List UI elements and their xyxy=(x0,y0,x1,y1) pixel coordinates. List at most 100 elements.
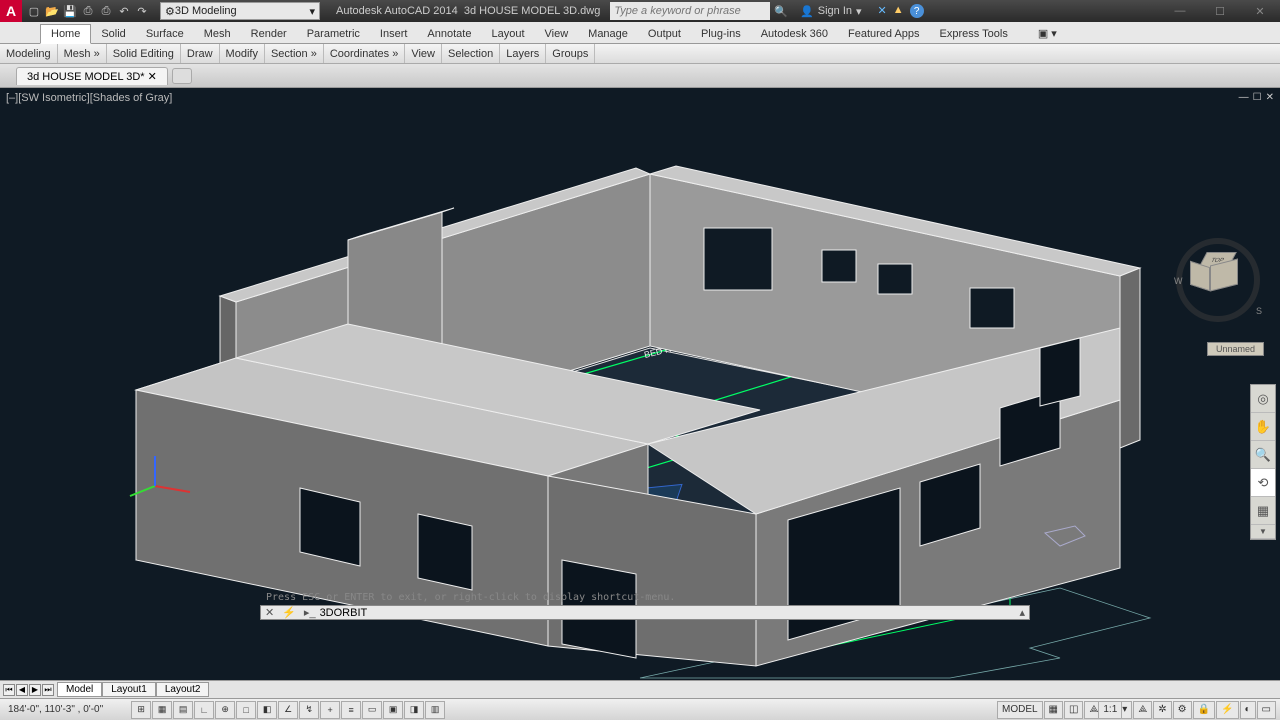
otrack-icon[interactable]: ∠ xyxy=(278,701,298,719)
steering-wheel-icon[interactable]: ◎ xyxy=(1251,385,1275,413)
panel-layers[interactable]: Layers xyxy=(500,44,546,63)
navbar-expand-icon[interactable]: ▼ xyxy=(1251,525,1275,539)
ortho-icon[interactable]: ∟ xyxy=(194,701,214,719)
annoauto-icon[interactable]: ✲ xyxy=(1153,701,1171,719)
tab-render[interactable]: Render xyxy=(241,25,297,43)
tab-output[interactable]: Output xyxy=(638,25,691,43)
new-icon[interactable]: ▢ xyxy=(26,3,42,19)
layout-tab-model[interactable]: Model xyxy=(57,682,102,697)
layout-tab-1[interactable]: Layout1 xyxy=(102,682,156,697)
cmd-close-icon[interactable]: ✕ xyxy=(261,606,278,619)
layout-tab-2[interactable]: Layout2 xyxy=(156,682,210,697)
ribbon-tabs: Home Solid Surface Mesh Render Parametri… xyxy=(0,22,1280,44)
new-tab-button[interactable] xyxy=(172,68,192,84)
panel-section[interactable]: Section » xyxy=(265,44,324,63)
layout-next-icon[interactable]: ▶ xyxy=(29,684,41,696)
search-icon[interactable]: 🔍 xyxy=(770,5,792,18)
polar-icon[interactable]: ⊕ xyxy=(215,701,235,719)
zoom-icon[interactable]: 🔍 xyxy=(1251,441,1275,469)
annovisibility-icon[interactable]: ⟁ xyxy=(1133,701,1152,719)
document-tab[interactable]: 3d HOUSE MODEL 3D* ✕ xyxy=(16,67,168,85)
infer-icon[interactable]: ⊞ xyxy=(131,701,151,719)
cleanscreen-icon[interactable]: ▭ xyxy=(1257,701,1276,719)
cmd-prompt-icon: ▸_ xyxy=(300,606,320,619)
osnap-icon[interactable]: □ xyxy=(236,701,256,719)
tab-mesh[interactable]: Mesh xyxy=(194,25,241,43)
layout-grid-icon[interactable]: ▦ xyxy=(1044,701,1063,719)
ws-switch-icon[interactable]: ⚙ xyxy=(1173,701,1192,719)
lwt-icon[interactable]: ≡ xyxy=(341,701,361,719)
ribbon-options-icon[interactable]: ▣ ▾ xyxy=(1028,24,1067,43)
tab-insert[interactable]: Insert xyxy=(370,25,418,43)
tab-autodesk360[interactable]: Autodesk 360 xyxy=(751,25,838,43)
tab-surface[interactable]: Surface xyxy=(136,25,194,43)
viewcube[interactable]: TOP W S xyxy=(1176,238,1260,322)
workspace-dropdown[interactable]: ⚙ 3D Modeling ▾ xyxy=(160,2,320,20)
model-viewport[interactable]: [–][SW Isometric][Shades of Gray] — ☐ ✕ … xyxy=(0,88,1280,680)
tab-annotate[interactable]: Annotate xyxy=(417,25,481,43)
tab-express[interactable]: Express Tools xyxy=(930,25,1018,43)
panel-groups[interactable]: Groups xyxy=(546,44,595,63)
cmd-options-icon[interactable]: ⚡ xyxy=(278,606,300,619)
redo-icon[interactable]: ↷ xyxy=(134,3,150,19)
isolate-icon[interactable]: ◐ xyxy=(1240,701,1256,719)
tab-home[interactable]: Home xyxy=(40,24,91,44)
app-logo[interactable]: A xyxy=(0,0,22,22)
tab-plugins[interactable]: Plug-ins xyxy=(691,25,751,43)
layout-first-icon[interactable]: ⏮ xyxy=(3,684,15,696)
toolbar-lock-icon[interactable]: 🔒 xyxy=(1193,701,1215,719)
tab-layout[interactable]: Layout xyxy=(481,25,534,43)
panel-selection[interactable]: Selection xyxy=(442,44,500,63)
help-icon[interactable]: ? xyxy=(910,4,924,18)
command-line[interactable]: ✕ ⚡ ▸_ ▴ xyxy=(260,605,1030,620)
cmd-history-icon[interactable]: ▴ xyxy=(1015,606,1029,619)
layout-last-icon[interactable]: ⏭ xyxy=(42,684,54,696)
command-input[interactable] xyxy=(320,607,1016,619)
layout-prev-icon[interactable]: ◀ xyxy=(16,684,28,696)
signin-button[interactable]: 👤 Sign In ▾ xyxy=(792,5,869,18)
status-toggles: ⊞ ▦ ▤ ∟ ⊕ □ ◧ ∠ ↯ + ≡ ▭ ▣ ◨ ▥ xyxy=(131,701,445,719)
annoscale-button[interactable]: ⟁ 1:1 ▾ xyxy=(1084,701,1132,719)
panel-view[interactable]: View xyxy=(405,44,442,63)
tab-solid[interactable]: Solid xyxy=(91,25,135,43)
coordinates-readout: 184'-0", 110'-3" , 0'-0" xyxy=(0,704,111,715)
save-icon[interactable]: 💾 xyxy=(62,3,78,19)
modelspace-button[interactable]: MODEL xyxy=(997,701,1043,719)
maximize-button[interactable]: ☐ xyxy=(1200,0,1240,22)
minimize-button[interactable]: — xyxy=(1160,0,1200,22)
ducs-icon[interactable]: ↯ xyxy=(299,701,319,719)
am-icon[interactable]: ▥ xyxy=(425,701,445,719)
saveas-icon[interactable]: ⎙ xyxy=(80,3,96,19)
panel-draw[interactable]: Draw xyxy=(181,44,220,63)
dyn-icon[interactable]: + xyxy=(320,701,340,719)
help-search-input[interactable] xyxy=(610,2,770,20)
open-icon[interactable]: 📂 xyxy=(44,3,60,19)
quickview-icon[interactable]: ◫ xyxy=(1064,701,1083,719)
3dosnap-icon[interactable]: ◧ xyxy=(257,701,277,719)
print-icon[interactable]: ⎙ xyxy=(98,3,114,19)
snap-icon[interactable]: ▦ xyxy=(152,701,172,719)
status-bar: 184'-0", 110'-3" , 0'-0" ⊞ ▦ ▤ ∟ ⊕ □ ◧ ∠… xyxy=(0,698,1280,720)
close-button[interactable]: ✕ xyxy=(1240,0,1280,22)
pan-icon[interactable]: ✋ xyxy=(1251,413,1275,441)
panel-modeling[interactable]: Modeling xyxy=(0,44,58,63)
tab-parametric[interactable]: Parametric xyxy=(297,25,370,43)
panel-solidedit[interactable]: Solid Editing xyxy=(107,44,181,63)
sc-icon[interactable]: ◨ xyxy=(404,701,424,719)
hardware-accel-icon[interactable]: ⚡ xyxy=(1216,701,1238,719)
qp-icon[interactable]: ▣ xyxy=(383,701,403,719)
showmotion-icon[interactable]: ▦ xyxy=(1251,497,1275,525)
tab-manage[interactable]: Manage xyxy=(578,25,638,43)
tpy-icon[interactable]: ▭ xyxy=(362,701,382,719)
exchange-icon[interactable]: ✕ xyxy=(878,4,887,18)
tab-featured[interactable]: Featured Apps xyxy=(838,25,930,43)
tab-view[interactable]: View xyxy=(535,25,579,43)
stayconnected-icon[interactable]: ▲ xyxy=(893,4,904,18)
orbit-icon[interactable]: ⟲ xyxy=(1251,469,1275,497)
grid-icon[interactable]: ▤ xyxy=(173,701,193,719)
panel-modify[interactable]: Modify xyxy=(220,44,265,63)
panel-coords[interactable]: Coordinates » xyxy=(324,44,406,63)
undo-icon[interactable]: ↶ xyxy=(116,3,132,19)
viewcube-view-label[interactable]: Unnamed xyxy=(1207,342,1264,356)
panel-mesh[interactable]: Mesh » xyxy=(58,44,107,63)
